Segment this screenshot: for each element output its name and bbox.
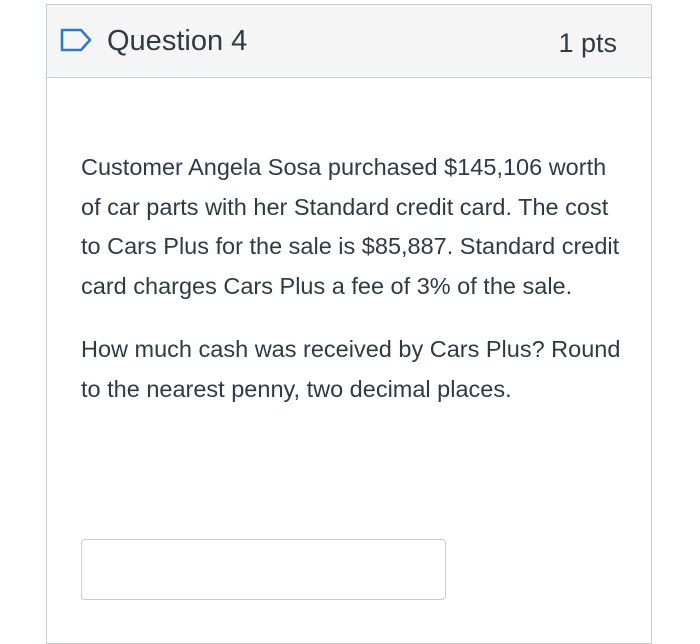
question-card: Question 4 1 pts Customer Angela Sosa pu… [46,4,652,644]
answer-input[interactable] [81,539,446,600]
question-header: Question 4 1 pts [47,5,651,78]
question-title: Question 4 [107,25,248,57]
question-points: 1 pts [558,28,617,58]
flag-outline-icon[interactable] [59,27,93,53]
question-paragraph: Customer Angela Sosa purchased $145,106 … [81,154,620,299]
question-text: Customer Angela Sosa purchased $145,106 … [81,148,631,433]
question-paragraph: How much cash was received by Cars Plus?… [81,336,621,402]
